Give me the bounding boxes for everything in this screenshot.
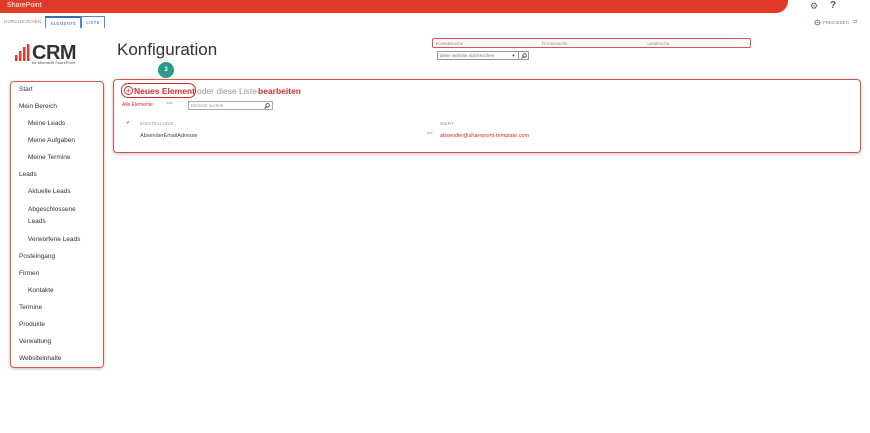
nav-item-termine[interactable]: Termine <box>19 304 42 312</box>
more-views-button[interactable]: ··· <box>167 101 173 107</box>
site-search-input[interactable]: diese website durchsuchen <box>438 53 509 58</box>
search-tabs: Kontaktsuche Firmensuche Leadsuche <box>432 38 751 48</box>
search-tab-companies[interactable]: Firmensuche <box>539 39 645 47</box>
nav-item-meine-leads[interactable]: Meine Leads <box>28 120 65 128</box>
site-search-box[interactable]: diese website durchsuchen ▼ <box>437 51 529 60</box>
suite-brand[interactable]: SharePoint <box>7 2 42 9</box>
nav-item-websiteinhalte[interactable]: Websiteinhalte <box>19 355 62 363</box>
crm-logo[interactable]: CRM for Microsoft SharePoint <box>14 42 86 66</box>
nav-item-start[interactable]: Start <box>19 86 33 94</box>
nav-item-verworfene-leads[interactable]: Verworfene Leads <box>28 236 80 244</box>
nav-item-meine-aufgaben[interactable]: Meine Aufgaben <box>28 137 75 145</box>
tab-browse[interactable]: DURCHSUCHEN <box>0 16 45 28</box>
page-title: Konfiguration <box>117 40 218 59</box>
focus-mode-icon[interactable]: ⌗ <box>853 17 858 27</box>
nav-item-mein-bereich[interactable]: Mein Bereich <box>19 103 57 111</box>
list-search-input[interactable]: Element suchen <box>189 103 262 108</box>
new-item-button[interactable]: Neues Element <box>134 86 195 96</box>
nav-item-leads[interactable]: Leads <box>19 171 37 179</box>
nav-item-abgeschlossene-leads-line2[interactable]: Leads <box>28 218 46 226</box>
nav-item-produkte[interactable]: Produkte <box>19 321 45 329</box>
nav-item-aktuelle-leads[interactable]: Aktuelle Leads <box>28 188 71 196</box>
nav-item-firmen[interactable]: Firmen <box>19 270 39 278</box>
nav-item-posteingang[interactable]: Posteingang <box>19 253 55 261</box>
nav-item-meine-termine[interactable]: Meine Termine <box>28 154 71 162</box>
quick-launch-nav: Start Mein Bereich Meine Leads Meine Auf… <box>10 81 104 368</box>
step-badge: 3 <box>158 62 174 78</box>
logo-subtitle: for Microsoft SharePoint <box>32 60 75 65</box>
nav-item-abgeschlossene-leads[interactable]: Abgeschlossene <box>28 206 76 214</box>
help-icon[interactable]: ? <box>830 0 836 11</box>
row-value-cell[interactable]: absender@sharepoint-template.com <box>440 133 529 139</box>
column-header-setting[interactable]: EINSTELLUNG <box>140 121 173 126</box>
edit-list-link[interactable]: bearbeiten <box>258 86 301 96</box>
row-setting-cell[interactable]: AbsenderEmailAdresse <box>140 133 197 139</box>
search-tab-contacts[interactable]: Kontaktsuche <box>433 39 539 47</box>
share-button[interactable]: FREIGEBEN <box>814 19 849 26</box>
list-search-box[interactable]: Element suchen <box>188 101 273 110</box>
tab-list[interactable]: LISTE <box>81 16 105 28</box>
search-icon[interactable] <box>262 102 272 109</box>
ribbon-tabs: DURCHSUCHEN ELEMENTE LISTE <box>0 16 105 28</box>
suite-bar: SharePoint <box>0 0 788 13</box>
share-label: FREIGEBEN <box>823 20 850 25</box>
row-menu-button[interactable]: ··· <box>427 131 433 137</box>
nav-item-verwaltung[interactable]: Verwaltung <box>19 338 51 346</box>
search-icon[interactable] <box>518 51 528 60</box>
share-icon <box>814 19 821 26</box>
view-all-items[interactable]: Alle Elemente <box>122 102 153 108</box>
nav-item-kontakte[interactable]: Kontakte <box>28 287 54 295</box>
or-edit-text: oder diese Liste <box>197 86 258 96</box>
column-header-value[interactable]: WERT <box>440 121 454 126</box>
logo-bars-icon <box>15 44 30 61</box>
tab-items[interactable]: ELEMENTE <box>45 16 82 28</box>
search-tab-leads[interactable]: Leadsuche <box>644 39 750 47</box>
gear-icon[interactable]: ⚙ <box>810 1 818 12</box>
plus-icon[interactable]: + <box>124 86 133 95</box>
chevron-down-icon[interactable]: ▼ <box>509 53 518 58</box>
select-all-checkmark-icon[interactable]: ✔ <box>126 120 130 126</box>
